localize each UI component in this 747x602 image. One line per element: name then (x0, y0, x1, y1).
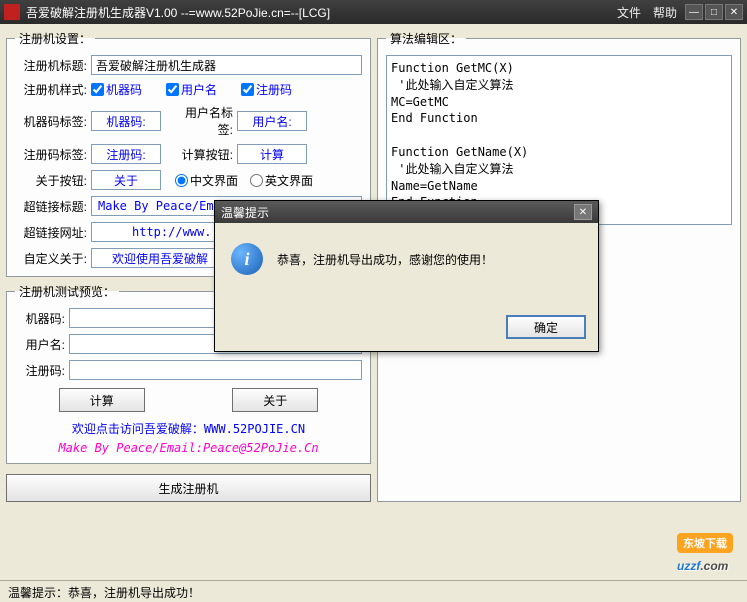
calc-btn-label: 计算按钮: (173, 146, 233, 163)
checkbox-user[interactable]: 用户名 (166, 81, 217, 98)
style-label: 注册机样式: (15, 81, 87, 98)
about-btn-label: 关于按钮: (15, 172, 87, 189)
menu-file[interactable]: 文件 (617, 4, 641, 21)
mc-tag-label: 机器码标签: (15, 113, 87, 130)
app-icon (4, 4, 20, 20)
titlebar: 吾爱破解注册机生成器V1.00 --=www.52PoJie.cn=--[LCG… (0, 0, 747, 24)
test-link[interactable]: 欢迎点击访问吾爱破解：WWW.52POJIE.CN (15, 420, 362, 437)
test-make-by: Make By Peace/Email:Peace@52PoJie.Cn (15, 441, 362, 455)
test-user-label: 用户名: (15, 336, 65, 353)
calc-btn-input[interactable] (237, 144, 307, 164)
close-button[interactable]: ✕ (725, 4, 743, 20)
test-about-button[interactable]: 关于 (232, 388, 318, 412)
algo-legend: 算法编辑区： (386, 30, 466, 47)
settings-legend: 注册机设置： (15, 30, 95, 47)
test-mc-label: 机器码: (15, 310, 65, 327)
reg-tag-input[interactable] (91, 144, 161, 164)
user-tag-input[interactable] (237, 111, 307, 131)
statusbar: 温馨提示：恭喜，注册机导出成功！ (0, 580, 747, 602)
user-tag-label: 用户名标签: (173, 104, 233, 138)
custom-about-label: 自定义关于: (15, 250, 87, 267)
menu-help[interactable]: 帮助 (653, 4, 677, 21)
dialog-ok-button[interactable]: 确定 (506, 315, 586, 339)
checkbox-reg[interactable]: 注册码 (241, 81, 292, 98)
window-title: 吾爱破解注册机生成器V1.00 --=www.52PoJie.cn=--[LCG… (26, 4, 617, 21)
link-url-label: 超链接网址: (15, 224, 87, 241)
info-icon: i (231, 243, 263, 275)
test-reg-input[interactable] (69, 360, 362, 380)
test-legend: 注册机测试预览： (15, 283, 119, 300)
message-dialog: 温馨提示 ✕ i 恭喜，注册机导出成功，感谢您的使用！ 确定 (214, 200, 599, 352)
mc-tag-input[interactable] (91, 111, 161, 131)
dialog-titlebar: 温馨提示 ✕ (215, 201, 598, 223)
radio-en[interactable]: 英文界面 (250, 172, 313, 189)
radio-cn[interactable]: 中文界面 (175, 172, 238, 189)
test-calc-button[interactable]: 计算 (59, 388, 145, 412)
generate-button[interactable]: 生成注册机 (6, 474, 371, 502)
about-btn-input[interactable] (91, 170, 161, 190)
minimize-button[interactable]: — (685, 4, 703, 20)
dialog-close-button[interactable]: ✕ (574, 204, 592, 220)
test-reg-label: 注册码: (15, 362, 65, 379)
title-input[interactable] (91, 55, 362, 75)
reg-tag-label: 注册码标签: (15, 146, 87, 163)
title-label: 注册机标题: (15, 57, 87, 74)
dialog-message: 恭喜，注册机导出成功，感谢您的使用！ (277, 251, 493, 268)
maximize-button[interactable]: □ (705, 4, 723, 20)
link-title-label: 超链接标题: (15, 198, 87, 215)
watermark: 东坡下载 uzzf.com (677, 533, 737, 576)
dialog-title: 温馨提示 (221, 204, 574, 221)
checkbox-mc[interactable]: 机器码 (91, 81, 142, 98)
